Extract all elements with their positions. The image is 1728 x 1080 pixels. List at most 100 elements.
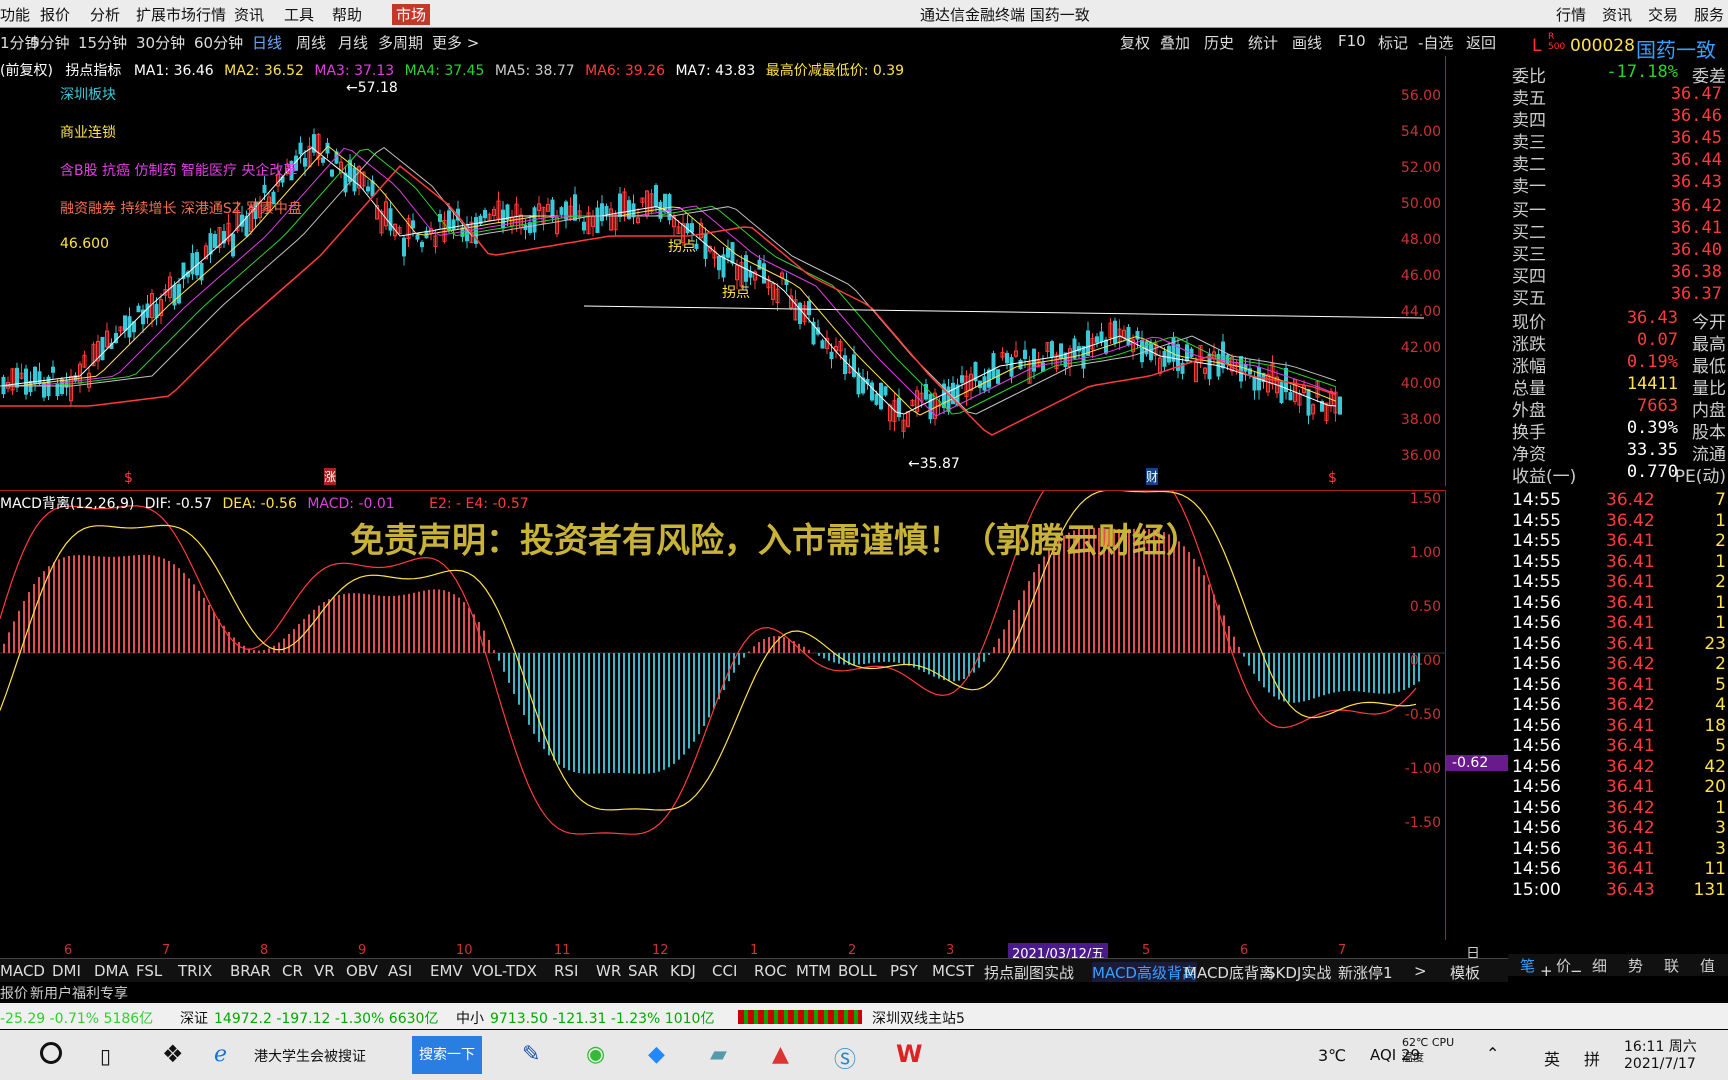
menu-quote[interactable]: 报价: [40, 4, 70, 25]
indicator-tab[interactable]: 模板: [1450, 962, 1480, 983]
search-button[interactable]: 搜索一下: [412, 1036, 482, 1074]
indicator-tab[interactable]: +: [1540, 962, 1553, 980]
sub-indicator-name[interactable]: MACD背离(12,26,9): [0, 496, 134, 512]
period-monthly[interactable]: 月线: [338, 32, 368, 53]
app-red-icon[interactable]: ▲: [772, 1042, 789, 1067]
menu-help[interactable]: 帮助: [332, 4, 362, 25]
quote-tab[interactable]: 价: [1556, 955, 1571, 976]
link-newuser[interactable]: 新用户福利专享: [30, 983, 128, 1003]
browser-address[interactable]: 港大学生会被搜证: [254, 1046, 366, 1066]
period-multi[interactable]: 多周期: [378, 32, 423, 53]
indicator-tab[interactable]: CR: [282, 962, 303, 980]
btn-fuquan[interactable]: 复权: [1120, 32, 1150, 53]
ime-lang[interactable]: 英: [1544, 1046, 1560, 1070]
search-circle-icon[interactable]: [40, 1042, 62, 1064]
indicator-tab[interactable]: RSI: [554, 962, 578, 980]
kline-panel[interactable]: (前复权) 拐点指标 MA1: 36.46 MA2: 36.52 MA3: 37…: [0, 56, 1446, 486]
indicator-tab[interactable]: DMI: [52, 962, 81, 980]
quote-tab[interactable]: 细: [1592, 955, 1607, 976]
menu-news[interactable]: 资讯: [234, 4, 264, 25]
period-15min[interactable]: 15分钟: [78, 32, 127, 53]
indicator-tab[interactable]: CCI: [712, 962, 737, 980]
menu-func[interactable]: 功能: [0, 4, 30, 25]
indicator-tab[interactable]: MTM: [796, 962, 831, 980]
btn-huaxian[interactable]: 画线: [1292, 32, 1322, 53]
period-daily[interactable]: 日线: [252, 32, 282, 53]
indicator-name[interactable]: 拐点指标: [65, 63, 121, 79]
menu-tools[interactable]: 工具: [284, 4, 314, 25]
btn-zixuan[interactable]: -自选: [1418, 32, 1453, 53]
candle-body: [559, 207, 564, 215]
weather[interactable]: 3℃: [1318, 1046, 1346, 1065]
app-blue-icon[interactable]: ◆: [648, 1042, 665, 1067]
quote-tab[interactable]: 值: [1700, 955, 1715, 976]
indicator-tab[interactable]: 新涨停1: [1338, 962, 1393, 983]
indicator-tab[interactable]: MCST: [932, 962, 974, 980]
browser-green-icon[interactable]: ◉: [586, 1042, 605, 1067]
btn-hangqing[interactable]: 行情: [1556, 4, 1586, 25]
quote-tab[interactable]: 笔: [1520, 955, 1535, 976]
app-icon[interactable]: ❖: [162, 1040, 184, 1068]
indicator-tab[interactable]: >: [1414, 962, 1427, 980]
wps-icon[interactable]: W: [896, 1040, 922, 1068]
btn-f10[interactable]: F10: [1338, 32, 1366, 50]
indicator-tab[interactable]: PSY: [890, 962, 918, 980]
tick-price: 36.41: [1606, 613, 1655, 633]
task-view-icon[interactable]: ▯: [100, 1044, 111, 1068]
ime-mode[interactable]: 拼: [1584, 1046, 1600, 1070]
indicator-tab[interactable]: EMV: [430, 962, 463, 980]
ie-icon[interactable]: ℯ: [214, 1042, 227, 1067]
indicator-tab[interactable]: SAR: [628, 962, 658, 980]
quote-value: 36.38: [1670, 262, 1722, 282]
quote-tab[interactable]: 势: [1628, 955, 1643, 976]
indicator-tab[interactable]: MACD: [0, 962, 45, 980]
btn-zixun[interactable]: 资讯: [1602, 4, 1632, 25]
clock-date[interactable]: 2021/7/17: [1624, 1056, 1696, 1072]
app-gray-icon[interactable]: ▰: [710, 1042, 727, 1067]
indicator-tab[interactable]: BRAR: [230, 962, 271, 980]
indicator-tab[interactable]: BOLL: [838, 962, 877, 980]
menu-analysis[interactable]: 分析: [90, 4, 120, 25]
status-site[interactable]: 深圳双线主站5: [872, 1008, 965, 1028]
app-s-icon[interactable]: Ⓢ: [834, 1042, 856, 1074]
indicator-tab[interactable]: KDJ: [670, 962, 696, 980]
indicator-tab[interactable]: FSL: [136, 962, 162, 980]
indicator-tab[interactable]: VOL-TDX: [472, 962, 537, 980]
period-60min[interactable]: 60分钟: [194, 32, 243, 53]
indicator-tab[interactable]: −: [1570, 962, 1583, 980]
indicator-tab[interactable]: WR: [596, 962, 621, 980]
macd-panel[interactable]: MACD背离(12,26,9) DIF: -0.57 DEA: -0.56 MA…: [0, 490, 1508, 982]
btn-fanhui[interactable]: 返回: [1466, 32, 1496, 53]
candle-body: [1338, 396, 1342, 415]
indicator-tab[interactable]: OBV: [346, 962, 378, 980]
btn-tongji[interactable]: 统计: [1248, 32, 1278, 53]
period-30min[interactable]: 30分钟: [136, 32, 185, 53]
indicator-tab[interactable]: 拐点副图实战: [984, 962, 1074, 983]
period-weekly[interactable]: 周线: [296, 32, 326, 53]
btn-jiaoyi[interactable]: 交易: [1648, 4, 1678, 25]
btn-lishi[interactable]: 历史: [1204, 32, 1234, 53]
indicator-tab[interactable]: VR: [314, 962, 335, 980]
menu-market[interactable]: 市场: [392, 4, 431, 25]
tick-price: 36.41: [1606, 838, 1655, 859]
menu-ext-market[interactable]: 扩展市场行情: [136, 4, 226, 25]
indicator-tab[interactable]: ROC: [754, 962, 787, 980]
indicator-tab[interactable]: MACD高级背离: [1092, 962, 1197, 983]
btn-biaoji[interactable]: 标记: [1378, 32, 1408, 53]
indicator-tab[interactable]: MACD底背离: [1184, 962, 1274, 983]
period-5min[interactable]: 5分钟: [30, 32, 70, 53]
quote-tab[interactable]: 联: [1664, 955, 1679, 976]
indicator-tab[interactable]: DMA: [94, 962, 129, 980]
indicator-tab[interactable]: SKDJ实战: [1266, 962, 1331, 983]
clock-time[interactable]: 16:11 周六: [1624, 1036, 1697, 1056]
btn-fuwu[interactable]: 服务: [1694, 4, 1724, 25]
tick-price: 36.42: [1606, 797, 1655, 818]
indicator-tab[interactable]: TRIX: [178, 962, 212, 980]
btn-diejia[interactable]: 叠加: [1160, 32, 1190, 53]
period-more[interactable]: 更多 >: [432, 32, 479, 53]
link-quote[interactable]: 报价: [0, 983, 28, 1003]
indicator-tab[interactable]: ASI: [388, 962, 412, 980]
tray-chevron-icon[interactable]: ⌃: [1486, 1044, 1499, 1063]
tool-icon[interactable]: ✎: [522, 1042, 540, 1067]
adj-label[interactable]: (前复权): [0, 63, 53, 79]
